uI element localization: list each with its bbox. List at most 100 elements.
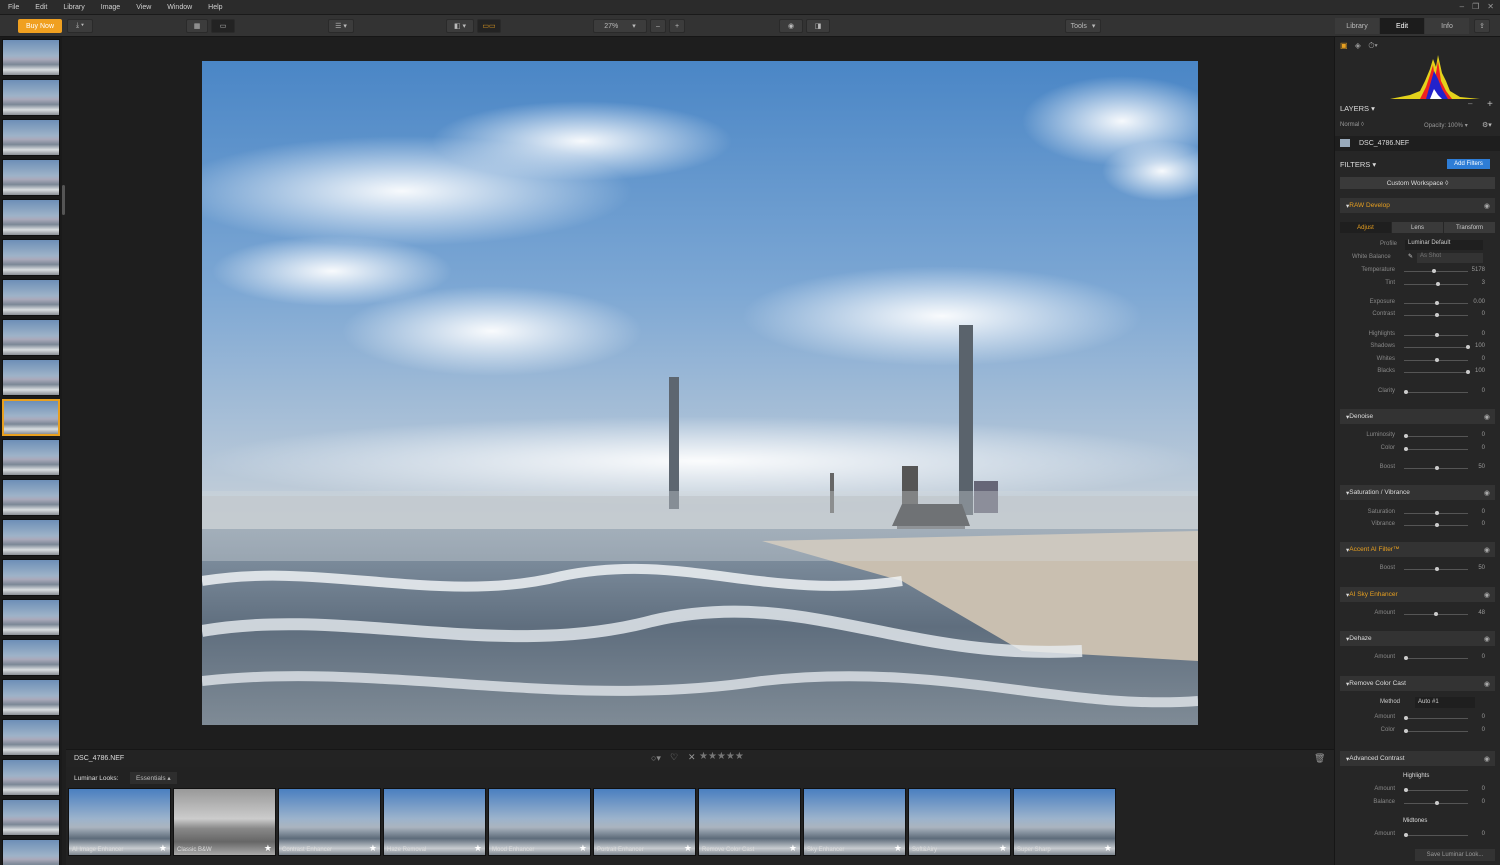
slider-handle[interactable]: [1435, 523, 1439, 527]
menu-library[interactable]: Library: [55, 4, 92, 11]
layer-row[interactable]: DSC_4786.NEF: [1335, 136, 1500, 151]
slider-handle[interactable]: [1436, 282, 1441, 286]
eye-icon[interactable]: ◉: [1484, 413, 1490, 421]
look-thumbnail[interactable]: Haze Removal ★: [383, 788, 486, 856]
menu-edit[interactable]: Edit: [27, 4, 55, 11]
color-label-icon[interactable]: ○▾: [651, 753, 661, 764]
tab-adjust[interactable]: Adjust: [1340, 222, 1391, 233]
preview-button[interactable]: ◉: [779, 19, 803, 33]
advanced-contrast-filter-header[interactable]: ▾ Advanced Contrast ◉: [1340, 751, 1495, 766]
eye-icon[interactable]: ◉: [1484, 591, 1490, 599]
star-icon[interactable]: ★: [789, 843, 797, 854]
filmstrip-thumbnail[interactable]: [2, 279, 60, 316]
filmstrip-thumbnail[interactable]: [2, 679, 60, 716]
method-select[interactable]: Auto #1: [1415, 697, 1475, 708]
look-thumbnail[interactable]: Soft&Airy ★: [908, 788, 1011, 856]
filmstrip-thumbnail[interactable]: [2, 599, 60, 636]
reject-icon[interactable]: ✕: [688, 752, 696, 763]
look-thumbnail[interactable]: Classic B&W ★: [173, 788, 276, 856]
slider-handle[interactable]: [1466, 345, 1470, 349]
slider-track[interactable]: [1404, 347, 1468, 348]
star-rating[interactable]: ★★★★★: [699, 751, 744, 762]
slider-handle[interactable]: [1435, 466, 1439, 470]
filters-heading[interactable]: FILTERS ▾: [1340, 160, 1376, 169]
filmstrip-thumbnail[interactable]: [2, 79, 60, 116]
star-icon[interactable]: ★: [894, 843, 902, 854]
buy-now-button[interactable]: Buy Now: [18, 19, 62, 33]
eye-icon[interactable]: ◉: [1484, 755, 1490, 763]
filmstrip-thumbnail[interactable]: [2, 759, 60, 796]
star-icon[interactable]: ★: [1104, 843, 1112, 854]
eye-icon[interactable]: ◉: [1484, 489, 1490, 497]
slider-track[interactable]: [1404, 835, 1468, 836]
heart-icon[interactable]: ♡: [670, 752, 678, 763]
filmstrip-thumbnail[interactable]: [2, 439, 60, 476]
filmstrip-thumbnail[interactable]: [2, 479, 60, 516]
tab-edit[interactable]: Edit: [1380, 18, 1424, 34]
denoise-filter-header[interactable]: ▾ Denoise ◉: [1340, 409, 1495, 424]
filmstrip-thumbnail[interactable]: [2, 199, 60, 236]
restore-icon[interactable]: ❐: [1472, 2, 1479, 11]
histogram-minus-icon[interactable]: –: [1468, 99, 1472, 108]
add-filters-button[interactable]: Add Filters: [1447, 159, 1490, 169]
filmstrip-thumbnail[interactable]: [2, 559, 60, 596]
slider-handle[interactable]: [1466, 370, 1470, 374]
star-icon[interactable]: ★: [159, 843, 167, 854]
menu-help[interactable]: Help: [200, 4, 230, 11]
zoom-out-button[interactable]: –: [650, 19, 666, 33]
eye-icon[interactable]: ◉: [1484, 680, 1490, 688]
slider-track[interactable]: [1404, 658, 1468, 659]
slider-handle[interactable]: [1404, 833, 1408, 837]
filmstrip-thumbnail[interactable]: [2, 319, 60, 356]
slider-handle[interactable]: [1404, 656, 1408, 660]
slider-handle[interactable]: [1404, 447, 1408, 451]
slider-track[interactable]: [1404, 392, 1468, 393]
filmstrip-thumbnail[interactable]: [2, 799, 60, 836]
sort-button[interactable]: ☰ ▾: [328, 19, 354, 33]
menu-file[interactable]: File: [0, 4, 27, 11]
star-icon[interactable]: ★: [684, 843, 692, 854]
gallery-view-button[interactable]: ▦: [186, 19, 208, 33]
filmstrip-scrollbar[interactable]: [62, 185, 65, 215]
look-thumbnail[interactable]: Super Sharp ★: [1013, 788, 1116, 856]
workspace-select[interactable]: Custom Workspace ◊: [1340, 177, 1495, 189]
filmstrip-thumbnail[interactable]: [2, 399, 60, 436]
layers-heading[interactable]: LAYERS ▾: [1340, 104, 1375, 113]
share-button[interactable]: ⇪: [1474, 19, 1490, 33]
menu-view[interactable]: View: [128, 4, 159, 11]
slider-track[interactable]: [1404, 372, 1468, 373]
slider-track[interactable]: [1404, 436, 1468, 437]
sidebar-toggle-button[interactable]: ◧ ▾: [446, 19, 474, 33]
save-look-button[interactable]: Save Luminar Look...: [1415, 849, 1495, 861]
zoom-in-button[interactable]: +: [669, 19, 685, 33]
slider-track[interactable]: [1404, 449, 1468, 450]
profile-select[interactable]: Luminar Default: [1405, 240, 1483, 250]
slider-handle[interactable]: [1435, 301, 1439, 305]
minimize-icon[interactable]: –: [1460, 2, 1464, 11]
slider-handle[interactable]: [1431, 269, 1436, 273]
eye-icon[interactable]: ◉: [1484, 635, 1490, 643]
add-layer-icon[interactable]: +: [1487, 99, 1493, 110]
slider-track[interactable]: [1404, 731, 1468, 732]
compare-button[interactable]: ◨: [806, 19, 830, 33]
dehaze-filter-header[interactable]: ▾ Dehaze ◉: [1340, 631, 1495, 646]
opacity-select[interactable]: Opacity: 100% ▾: [1424, 122, 1468, 129]
filmstrip-toggle-button[interactable]: ▭▭: [477, 19, 501, 33]
slider-handle[interactable]: [1435, 358, 1439, 362]
star-icon[interactable]: ★: [999, 843, 1007, 854]
slider-handle[interactable]: [1404, 788, 1408, 792]
layers-icon[interactable]: ◈: [1355, 41, 1361, 50]
slider-track[interactable]: [1404, 718, 1468, 719]
tab-lens[interactable]: Lens: [1392, 222, 1443, 233]
blend-mode-select[interactable]: Normal ◊: [1340, 122, 1364, 128]
export-button[interactable]: ⤓ ▾: [67, 19, 93, 33]
look-thumbnail[interactable]: Portrait Enhancer ★: [593, 788, 696, 856]
tab-info[interactable]: Info: [1425, 18, 1469, 34]
filmstrip-thumbnail[interactable]: [2, 239, 60, 276]
slider-track[interactable]: [1404, 271, 1468, 272]
look-thumbnail[interactable]: Remove Color Cast ★: [698, 788, 801, 856]
slider-handle[interactable]: [1435, 567, 1439, 571]
trash-icon[interactable]: 🗑: [1314, 753, 1325, 764]
filmstrip-thumbnail[interactable]: [2, 839, 60, 865]
slider-handle[interactable]: [1404, 729, 1408, 733]
